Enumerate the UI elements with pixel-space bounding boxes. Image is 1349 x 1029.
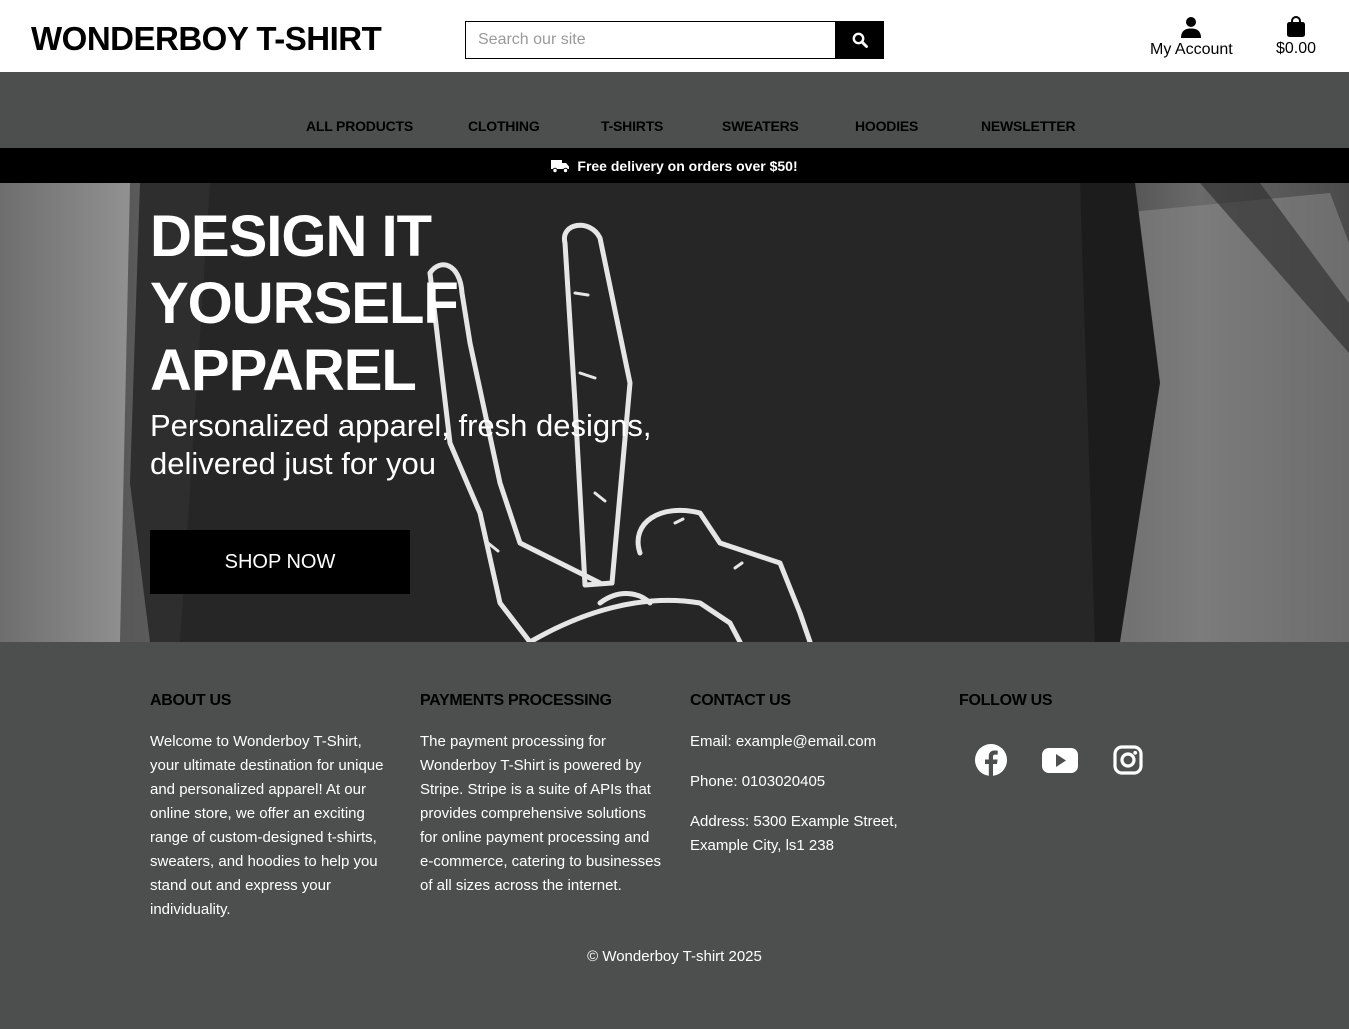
contact-phone: Phone: 0103020405 bbox=[690, 773, 826, 790]
nav-newsletter[interactable]: NEWSLETTER bbox=[981, 118, 1076, 134]
about-heading: ABOUT US bbox=[150, 692, 232, 709]
hero-title-line-3: APPAREL bbox=[150, 338, 417, 403]
truck-icon bbox=[551, 159, 570, 173]
hero-title-line-2: YOURSELF bbox=[150, 271, 459, 336]
instagram-link[interactable] bbox=[1113, 744, 1143, 781]
copyright-text: © Wonderboy T-shirt 2025 bbox=[587, 948, 762, 965]
about-text: Welcome to Wonderboy T-Shirt, your ultim… bbox=[150, 733, 384, 918]
hero-title-line-1: DESIGN IT bbox=[150, 204, 432, 269]
cart-link[interactable]: $0.00 bbox=[1276, 16, 1316, 58]
contact-address: Address: 5300 Example Street, Example Ci… bbox=[690, 813, 898, 854]
user-icon bbox=[1181, 17, 1202, 38]
payments-text: The payment processing for Wonderboy T-S… bbox=[420, 733, 661, 894]
facebook-icon bbox=[975, 744, 1007, 776]
nav-clothing[interactable]: CLOTHING bbox=[468, 118, 540, 134]
search-icon bbox=[852, 32, 868, 48]
instagram-icon bbox=[1113, 745, 1143, 775]
nav-hoodies[interactable]: HOODIES bbox=[855, 118, 918, 134]
hero-subtitle-line-1: Personalized apparel, fresh designs, bbox=[150, 408, 652, 443]
contact-email: Email: example@email.com bbox=[690, 733, 877, 750]
facebook-link[interactable] bbox=[975, 744, 1007, 781]
follow-heading: FOLLOW US bbox=[959, 692, 1053, 709]
hero-subtitle-line-2: delivered just for you bbox=[150, 446, 437, 481]
nav-sweaters[interactable]: SWEATERS bbox=[722, 118, 799, 134]
shop-now-button[interactable]: SHOP NOW bbox=[150, 530, 410, 594]
footer-payments: PAYMENTS PROCESSING The payment processi… bbox=[420, 692, 665, 898]
my-account-label: My Account bbox=[1150, 41, 1233, 58]
youtube-link[interactable] bbox=[1042, 744, 1078, 781]
search-input[interactable] bbox=[465, 21, 835, 59]
payments-heading: PAYMENTS PROCESSING bbox=[420, 692, 612, 709]
site-logo[interactable]: WONDERBOY T-SHIRT bbox=[31, 20, 382, 58]
site-header: WONDERBOY T-SHIRT My Account $0.00 bbox=[0, 0, 1349, 72]
hero-subtitle: Personalized apparel, fresh designs, del… bbox=[150, 407, 670, 483]
footer-contact: CONTACT US Email: example@email.com Phon… bbox=[690, 692, 920, 858]
hero-title: DESIGN IT YOURSELF APPAREL bbox=[150, 203, 570, 404]
nav-t-shirts[interactable]: T-SHIRTS bbox=[601, 118, 663, 134]
main-nav: ALL PRODUCTS CLOTHING T-SHIRTS SWEATERS … bbox=[0, 72, 1349, 148]
youtube-icon bbox=[1042, 748, 1078, 773]
delivery-text: Free delivery on orders over $50! bbox=[577, 157, 798, 174]
shopping-bag-icon bbox=[1287, 16, 1306, 37]
nav-all-products[interactable]: ALL PRODUCTS bbox=[306, 118, 413, 134]
search-button[interactable] bbox=[835, 21, 884, 59]
cart-total: $0.00 bbox=[1276, 40, 1317, 57]
social-links bbox=[975, 744, 1143, 781]
hero-banner: DESIGN IT YOURSELF APPAREL Personalized … bbox=[0, 183, 1349, 642]
footer-follow: FOLLOW US bbox=[959, 692, 1204, 730]
footer-about: ABOUT US Welcome to Wonderboy T-Shirt, y… bbox=[150, 692, 395, 922]
delivery-banner: Free delivery on orders over $50! bbox=[0, 148, 1349, 183]
contact-heading: CONTACT US bbox=[690, 692, 791, 709]
my-account-link[interactable]: My Account bbox=[1150, 16, 1233, 59]
site-footer: ABOUT US Welcome to Wonderboy T-Shirt, y… bbox=[0, 642, 1349, 1029]
search-form bbox=[465, 21, 884, 59]
